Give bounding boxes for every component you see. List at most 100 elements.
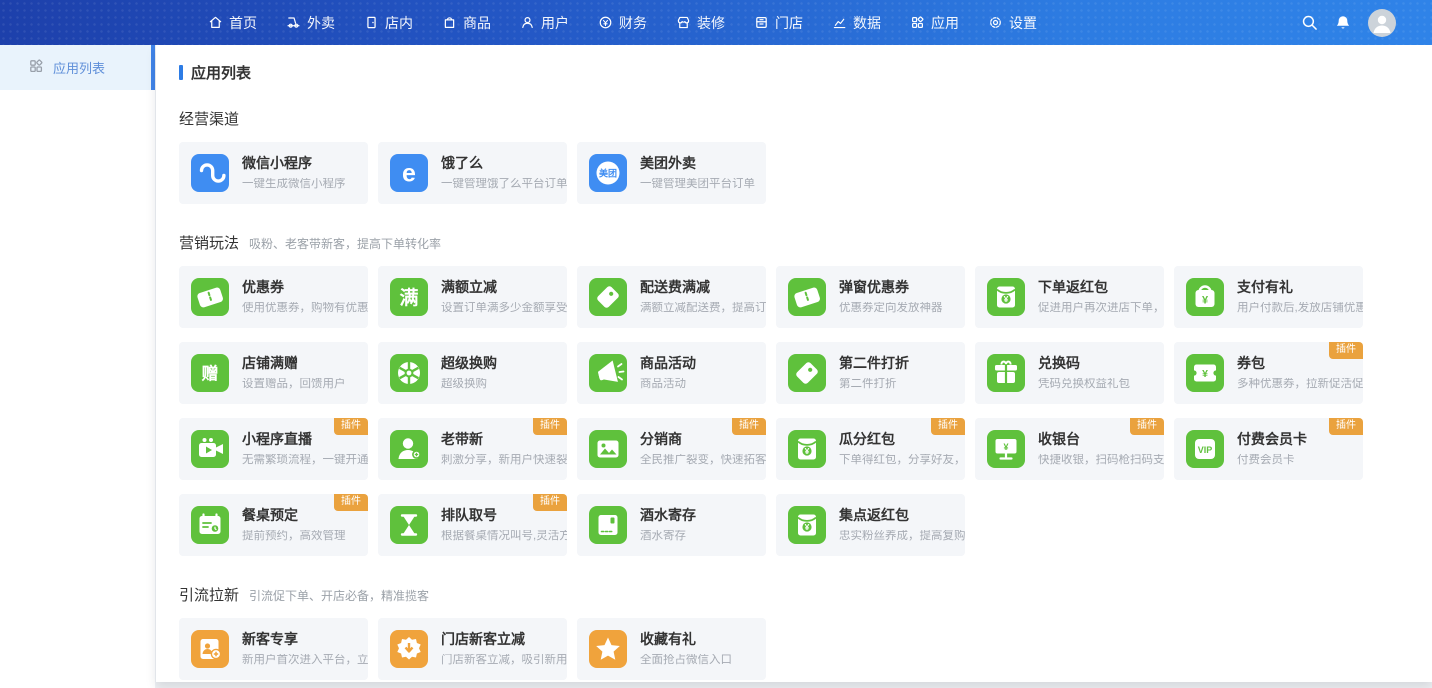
app-card[interactable]: 商品活动商品活动 bbox=[577, 342, 766, 404]
app-card-text: 收藏有礼全面抢占微信入口 bbox=[640, 631, 766, 668]
app-desc: 快捷收银，扫码枪扫码支付 bbox=[1038, 454, 1164, 468]
search-icon[interactable] bbox=[1301, 14, 1318, 31]
app-card[interactable]: 兑换码凭码兑换权益礼包 bbox=[975, 342, 1164, 404]
nav-item-label: 首页 bbox=[229, 13, 257, 33]
nav-item-user[interactable]: 用户 bbox=[520, 13, 569, 33]
app-card[interactable]: 老带新刺激分享，新用户快速裂变插件 bbox=[378, 418, 567, 480]
queue-hourglass-icon bbox=[390, 506, 428, 544]
app-card-text: 微信小程序一键生成微信小程序 bbox=[242, 155, 368, 192]
exchange-wheel-icon bbox=[390, 354, 428, 392]
referral-user-icon bbox=[390, 430, 428, 468]
section: 引流拉新引流促下单、开店必备，精准揽客新客专享新用户首次进入平台，立...门店新… bbox=[179, 584, 1432, 680]
app-card[interactable]: 小程序直播无需繁琐流程，一键开通...插件 bbox=[179, 418, 368, 480]
nav-item-finance[interactable]: 财务 bbox=[598, 13, 647, 33]
nav-item-goods[interactable]: 商品 bbox=[442, 13, 491, 33]
meituan-icon: 美团 bbox=[589, 154, 627, 192]
section-subtitle: 吸粉、老客带新客，提高下单转化率 bbox=[249, 235, 441, 252]
app-card[interactable]: 分销商全民推广裂变，快速拓客...插件 bbox=[577, 418, 766, 480]
app-name: 微信小程序 bbox=[242, 155, 368, 172]
section-title: 营销玩法 bbox=[179, 232, 239, 253]
notification-bell-icon[interactable] bbox=[1335, 15, 1351, 31]
nav-item-store[interactable]: 门店 bbox=[754, 13, 803, 33]
app-desc: 设置赠品，回馈用户 bbox=[242, 378, 368, 392]
nav-item-settings[interactable]: 设置 bbox=[988, 13, 1037, 33]
app-card[interactable]: 微信小程序一键生成微信小程序 bbox=[179, 142, 368, 204]
app-card-text: 酒水寄存酒水寄存 bbox=[640, 507, 766, 544]
grid-icon bbox=[28, 58, 44, 77]
card-grid: 微信小程序一键生成微信小程序 e 饿了么一键管理饿了么平台订单美团美团外卖一键管理美… bbox=[179, 142, 1363, 204]
app-card-text: 门店新客立减门店新客立减，吸引新用... bbox=[441, 631, 567, 668]
app-root: 首页外卖店内商品用户财务装修门店数据应用设置 应用列表 应用列表 经营渠道微信小… bbox=[0, 0, 1432, 688]
app-card-text: 弹窗优惠券优惠券定向发放神器 bbox=[839, 279, 965, 316]
svg-text:¥: ¥ bbox=[1004, 294, 1009, 304]
nav-item-apps[interactable]: 应用 bbox=[910, 13, 959, 33]
store-icon bbox=[754, 15, 769, 30]
app-card[interactable]: 门店新客立减门店新客立减，吸引新用... bbox=[378, 618, 567, 680]
header-right bbox=[1301, 9, 1432, 37]
plugin-badge: 插件 bbox=[533, 418, 567, 435]
live-camera-icon bbox=[191, 430, 229, 468]
card-grid: 优惠券使用优惠券，购物有优惠满满额立减设置订单满多少金额享受...配送费满减满额… bbox=[179, 266, 1363, 556]
app-desc: 商品活动 bbox=[640, 378, 766, 392]
app-card-text: 满额立减设置订单满多少金额享受... bbox=[441, 279, 567, 316]
app-card[interactable]: 第二件打折第二件打折 bbox=[776, 342, 965, 404]
app-card[interactable]: ¥支付有礼用户付款后,发放店铺优惠券 bbox=[1174, 266, 1363, 328]
nav-item-home[interactable]: 首页 bbox=[208, 13, 257, 33]
svg-text:赠: 赠 bbox=[202, 363, 219, 383]
app-card[interactable]: 餐桌预定提前预约，高效管理插件 bbox=[179, 494, 368, 556]
app-card-text: 饿了么一键管理饿了么平台订单 bbox=[441, 155, 567, 192]
app-card[interactable]: ¥券包多种优惠券，拉新促活促...插件 bbox=[1174, 342, 1363, 404]
plugin-badge: 插件 bbox=[533, 494, 567, 511]
app-card[interactable]: 排队取号根据餐桌情况叫号,灵活方便插件 bbox=[378, 494, 567, 556]
nav-item-instore[interactable]: 店内 bbox=[364, 13, 413, 33]
svg-text:e: e bbox=[402, 160, 416, 188]
section-title: 引流拉新 bbox=[179, 584, 239, 605]
favorite-star-icon bbox=[589, 630, 627, 668]
nav-item-label: 用户 bbox=[541, 13, 569, 33]
decorate-icon bbox=[676, 15, 691, 30]
app-desc: 一键生成微信小程序 bbox=[242, 178, 368, 192]
app-card[interactable]: 赠店铺满赠设置赠品，回馈用户 bbox=[179, 342, 368, 404]
app-card[interactable]: 酒水寄存酒水寄存 bbox=[577, 494, 766, 556]
svg-text:¥: ¥ bbox=[1202, 368, 1208, 380]
sidebar-item-app-list[interactable]: 应用列表 bbox=[0, 45, 155, 90]
plugin-badge: 插件 bbox=[1130, 418, 1164, 435]
svg-text:美团: 美团 bbox=[599, 168, 617, 179]
app-card[interactable]: ¥收银台快捷收银，扫码枪扫码支付插件 bbox=[975, 418, 1164, 480]
app-card[interactable]: 新客专享新用户首次进入平台，立... bbox=[179, 618, 368, 680]
app-desc: 促进用户再次进店下单，... bbox=[1038, 302, 1164, 316]
app-desc: 超级换购 bbox=[441, 378, 567, 392]
app-name: 商品活动 bbox=[640, 355, 766, 372]
nav-item-decorate[interactable]: 装修 bbox=[676, 13, 725, 33]
nav-item-label: 财务 bbox=[619, 13, 647, 33]
app-card[interactable]: 美团美团外卖一键管理美团平台订单 bbox=[577, 142, 766, 204]
app-card[interactable]: VIP付费会员卡付费会员卡插件 bbox=[1174, 418, 1363, 480]
user-icon bbox=[520, 15, 535, 30]
app-card[interactable]: 超级换购超级换购 bbox=[378, 342, 567, 404]
section-title: 经营渠道 bbox=[179, 108, 239, 129]
body-row: 应用列表 应用列表 经营渠道微信小程序一键生成微信小程序e饿了么一键管理饿了么平… bbox=[0, 45, 1432, 688]
app-card-text: 第二件打折第二件打折 bbox=[839, 355, 965, 392]
app-card-text: 超级换购超级换购 bbox=[441, 355, 567, 392]
app-card[interactable]: 满满额立减设置订单满多少金额享受... bbox=[378, 266, 567, 328]
app-card-text: 小程序直播无需繁琐流程，一键开通... bbox=[242, 431, 368, 468]
table-booking-icon bbox=[191, 506, 229, 544]
nav-item-label: 店内 bbox=[385, 13, 413, 33]
app-card[interactable]: ¥下单返红包促进用户再次进店下单，... bbox=[975, 266, 1164, 328]
app-card[interactable]: e 饿了么一键管理饿了么平台订单 bbox=[378, 142, 567, 204]
user-avatar[interactable] bbox=[1368, 9, 1396, 37]
app-card[interactable]: ¥集点返红包忠实粉丝养成，提高复购... bbox=[776, 494, 965, 556]
nav-item-takeout[interactable]: 外卖 bbox=[286, 13, 335, 33]
app-card[interactable]: 配送费满减满额立减配送费，提高订... bbox=[577, 266, 766, 328]
app-card[interactable]: 收藏有礼全面抢占微信入口 bbox=[577, 618, 766, 680]
app-card[interactable]: 优惠券使用优惠券，购物有优惠 bbox=[179, 266, 368, 328]
app-card[interactable]: ¥瓜分红包下单得红包，分享好友，...插件 bbox=[776, 418, 965, 480]
section-header: 经营渠道 bbox=[179, 108, 1432, 126]
pay-gift-icon: ¥ bbox=[1186, 278, 1224, 316]
ticket-pack-icon: ¥ bbox=[1186, 354, 1224, 392]
app-desc: 下单得红包，分享好友，... bbox=[839, 454, 965, 468]
main-panel: 应用列表 经营渠道微信小程序一键生成微信小程序e饿了么一键管理饿了么平台订单美团… bbox=[156, 45, 1432, 682]
app-card[interactable]: 弹窗优惠券优惠券定向发放神器 bbox=[776, 266, 965, 328]
top-nav-bar: 首页 外卖 店内 商品 用户 财务 装修 门店 数据 应用 设置 bbox=[0, 0, 1432, 45]
nav-item-data[interactable]: 数据 bbox=[832, 13, 881, 33]
